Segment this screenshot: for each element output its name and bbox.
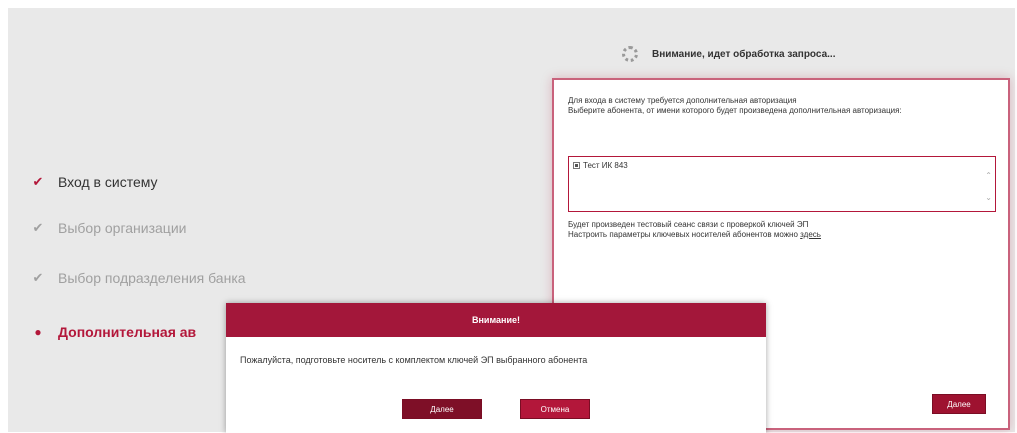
processing-indicator: Внимание, идет обработка запроса... xyxy=(622,46,835,62)
modal-message: Пожалуйста, подготовьте носитель с компл… xyxy=(240,355,588,365)
auth-line-2: Выберите абонента, от имени которого буд… xyxy=(568,106,902,115)
info-line-1: Будет произведен тестовый сеанс связи с … xyxy=(568,220,809,229)
step-login: ✔ Вход в систему xyxy=(30,174,158,190)
key-info: Будет произведен тестовый сеанс связи с … xyxy=(568,220,821,240)
step-additional-auth: ● Дополнительная ав xyxy=(30,324,196,340)
subscriber-item[interactable]: Тест ИК 843 xyxy=(573,161,628,170)
auth-instructions: Для входа в систему требуется дополнител… xyxy=(568,96,998,116)
scroll-down-icon[interactable]: ⌄ xyxy=(985,193,992,202)
processing-text: Внимание, идет обработка запроса... xyxy=(652,48,836,60)
spinner-icon xyxy=(622,46,638,62)
settings-link[interactable]: здесь xyxy=(800,230,821,239)
step-label: Выбор подразделения банка xyxy=(58,270,246,286)
auth-next-button[interactable]: Далее xyxy=(932,394,986,414)
modal-cancel-button[interactable]: Отмена xyxy=(520,399,590,419)
step-label: Вход в систему xyxy=(58,174,158,190)
step-bank-division: ✔ Выбор подразделения банка xyxy=(30,270,246,286)
check-icon: ✔ xyxy=(32,270,44,285)
auth-line-1: Для входа в систему требуется дополнител… xyxy=(568,96,797,105)
scroll-up-icon[interactable]: ⌃ xyxy=(985,171,992,180)
info-line-2: Настроить параметры ключевых носителей а… xyxy=(568,230,821,240)
modal-title: Внимание! xyxy=(226,303,766,337)
subscriber-checkbox[interactable] xyxy=(573,162,580,169)
subscriber-name: Тест ИК 843 xyxy=(583,161,628,170)
page-background: ✔ Вход в систему ✔ Выбор организации ✔ В… xyxy=(8,8,1015,433)
subscriber-list[interactable]: Тест ИК 843 ⌃ ⌄ xyxy=(568,156,996,212)
info-line-2-text: Настроить параметры ключевых носителей а… xyxy=(568,230,798,239)
check-icon: ✔ xyxy=(32,220,44,235)
bullet-icon: ● xyxy=(34,325,42,339)
modal-next-button[interactable]: Далее xyxy=(402,399,482,419)
warning-modal: Внимание! Пожалуйста, подготовьте носите… xyxy=(226,303,766,433)
step-label: Дополнительная ав xyxy=(58,324,197,340)
step-label: Выбор организации xyxy=(58,220,187,236)
step-organization: ✔ Выбор организации xyxy=(30,220,187,236)
check-icon: ✔ xyxy=(32,174,44,189)
